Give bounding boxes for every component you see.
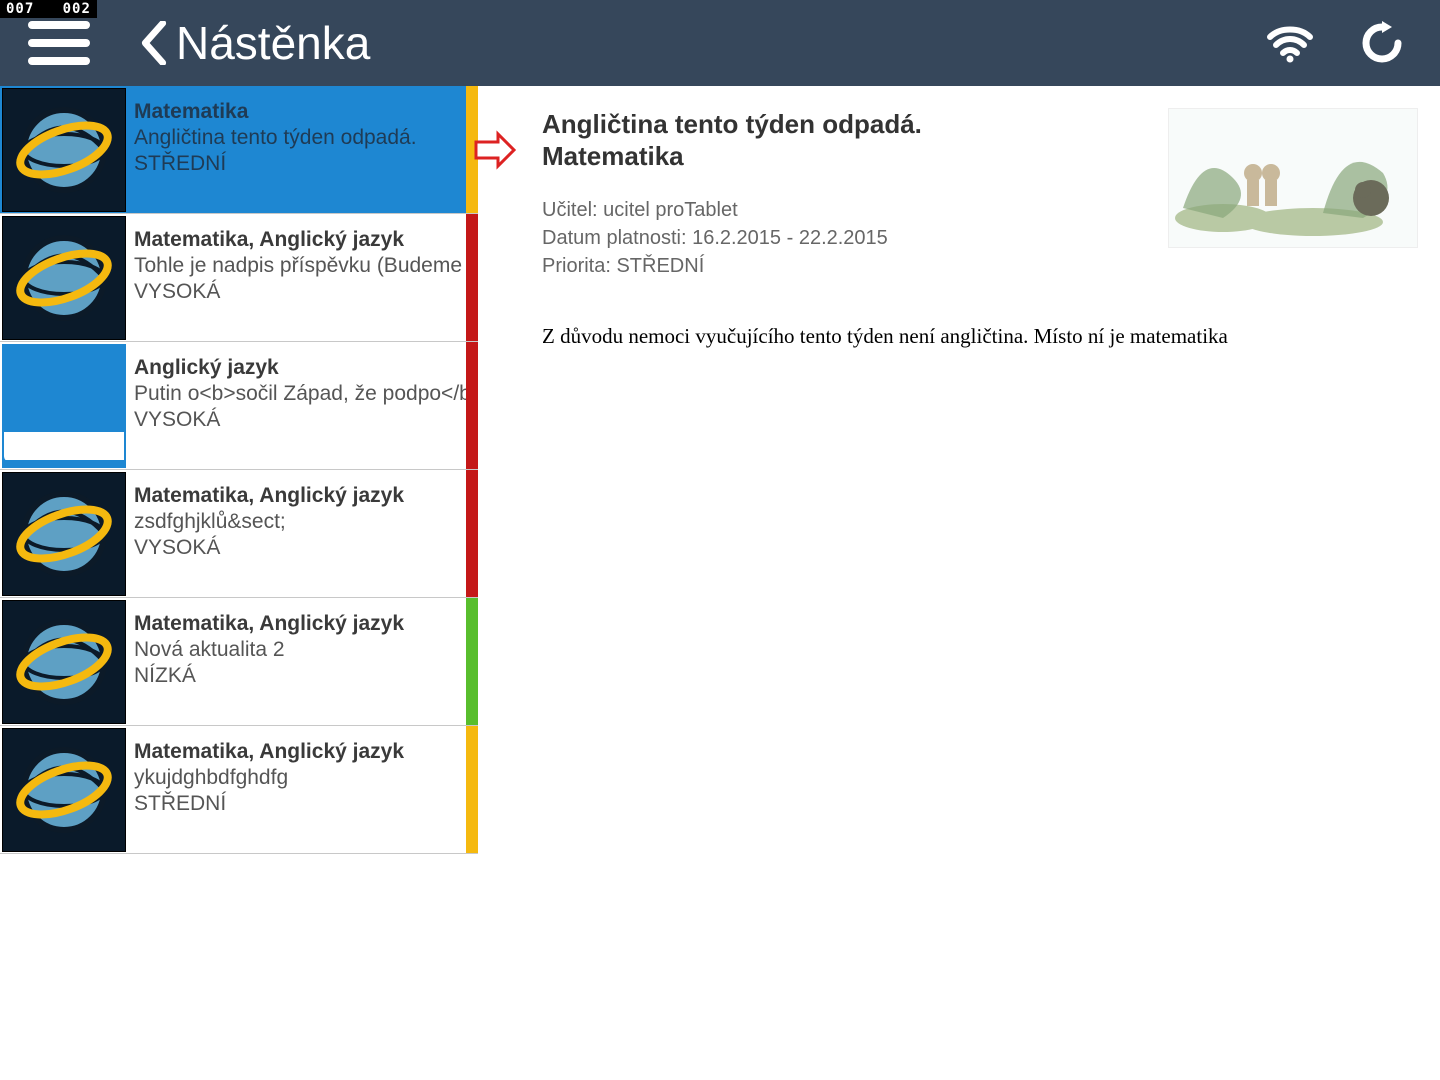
priority-stripe xyxy=(466,342,478,469)
list-title: Anglický jazyk xyxy=(134,356,460,380)
list-thumb xyxy=(2,216,126,340)
validity-label: Datum platnosti: xyxy=(542,227,687,249)
list-subtitle: Angličtina tento týden odpadá. xyxy=(134,126,460,150)
status-left: 007 xyxy=(6,1,34,17)
detail-panel: Angličtina tento týden odpadá. Matematik… xyxy=(478,86,1440,1080)
list-item[interactable]: Matematika, Anglický jazyk Nová aktualit… xyxy=(0,598,478,726)
detail-illustration xyxy=(1168,108,1418,248)
globe-icon xyxy=(14,100,114,200)
book-icon xyxy=(2,344,126,468)
detail-body: Z důvodu nemoci vyučujícího tento týden … xyxy=(542,324,1420,349)
list-body: Matematika, Anglický jazyk Nová aktualit… xyxy=(128,598,466,725)
list-subtitle: ykujdghbdfghdfg xyxy=(134,766,460,790)
menu-button[interactable] xyxy=(28,12,90,74)
priority-label: Priorita: xyxy=(542,255,611,277)
list-thumb xyxy=(2,728,126,852)
list-item[interactable]: Anglický jazyk Putin o<b>sočil Západ, že… xyxy=(0,342,478,470)
globe-icon xyxy=(14,612,114,712)
list-priority: VYSOKÁ xyxy=(134,280,460,304)
hamburger-icon xyxy=(28,21,90,29)
list-priority: VYSOKÁ xyxy=(134,536,460,560)
content-area: Matematika Angličtina tento týden odpadá… xyxy=(0,86,1440,1080)
list-body: Matematika, Anglický jazyk Tohle je nadp… xyxy=(128,214,466,341)
page-title: Nástěnka xyxy=(176,16,370,70)
list-priority: VYSOKÁ xyxy=(134,408,460,432)
priority-value: STŘEDNÍ xyxy=(616,255,704,277)
globe-icon xyxy=(14,740,114,840)
validity-value: 16.2.2015 - 22.2.2015 xyxy=(692,227,888,249)
posts-list: Matematika Angličtina tento týden odpadá… xyxy=(0,86,478,1080)
list-item[interactable]: Matematika, Anglický jazyk Tohle je nadp… xyxy=(0,214,478,342)
list-thumb xyxy=(2,88,126,212)
hamburger-icon xyxy=(28,39,90,47)
status-right: 002 xyxy=(63,1,91,17)
priority-stripe xyxy=(466,214,478,341)
list-item[interactable]: Matematika Angličtina tento týden odpadá… xyxy=(0,86,478,214)
list-thumb xyxy=(2,600,126,724)
hamburger-icon xyxy=(28,57,90,65)
list-thumb xyxy=(2,472,126,596)
list-item[interactable]: Matematika, Anglický jazyk zsdfghjklů&se… xyxy=(0,470,478,598)
list-title: Matematika, Anglický jazyk xyxy=(134,740,460,764)
jungle-illustration-icon xyxy=(1173,118,1413,238)
list-subtitle: zsdfghjklů&sect; xyxy=(134,510,460,534)
list-subtitle: Nová aktualita 2 xyxy=(134,638,460,662)
back-button[interactable]: Nástěnka xyxy=(140,16,370,70)
list-priority: STŘEDNÍ xyxy=(134,152,460,176)
priority-stripe xyxy=(466,726,478,853)
list-title: Matematika, Anglický jazyk xyxy=(134,484,460,508)
list-title: Matematika, Anglický jazyk xyxy=(134,228,460,252)
list-body: Matematika Angličtina tento týden odpadá… xyxy=(128,86,466,213)
teacher-value: ucitel proTablet xyxy=(603,199,738,221)
wifi-icon[interactable] xyxy=(1266,19,1314,67)
list-body: Anglický jazyk Putin o<b>sočil Západ, že… xyxy=(128,342,466,469)
list-body: Matematika, Anglický jazyk ykujdghbdfghd… xyxy=(128,726,466,853)
globe-icon xyxy=(14,228,114,328)
app-header: 007 002 Nástěnka xyxy=(0,0,1440,86)
chevron-left-icon xyxy=(140,21,168,65)
list-priority: STŘEDNÍ xyxy=(134,792,460,816)
reload-icon[interactable] xyxy=(1358,19,1406,67)
list-priority: NÍZKÁ xyxy=(134,664,460,688)
globe-icon xyxy=(14,484,114,584)
priority-stripe xyxy=(466,598,478,725)
priority-stripe xyxy=(466,470,478,597)
list-subtitle: Putin o<b>sočil Západ, že podpo</b xyxy=(134,382,460,406)
list-title: Matematika, Anglický jazyk xyxy=(134,612,460,636)
list-subtitle: Tohle je nadpis příspěvku (Budeme se xyxy=(134,254,460,278)
list-body: Matematika, Anglický jazyk zsdfghjklů&se… xyxy=(128,470,466,597)
status-overlay: 007 002 xyxy=(0,0,97,18)
list-item[interactable]: Matematika, Anglický jazyk ykujdghbdfghd… xyxy=(0,726,478,854)
header-actions xyxy=(1266,19,1440,67)
list-title: Matematika xyxy=(134,100,460,124)
teacher-label: Učitel: xyxy=(542,199,598,221)
